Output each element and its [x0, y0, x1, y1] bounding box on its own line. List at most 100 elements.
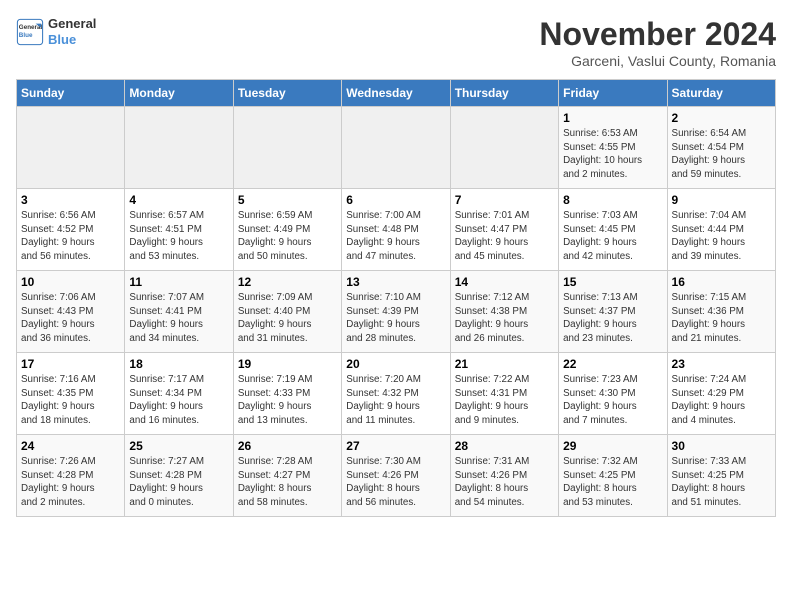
weekday-header: Tuesday	[233, 80, 341, 107]
weekday-header: Saturday	[667, 80, 775, 107]
calendar-cell: 27 Sunrise: 7:30 AM Sunset: 4:26 PM Dayli…	[342, 435, 450, 517]
day-info: Sunrise: 7:15 AM Sunset: 4:36 PM Dayligh…	[672, 291, 771, 346]
day-info: Sunrise: 7:12 AM Sunset: 4:38 PM Dayligh…	[455, 291, 554, 346]
day-info: Sunrise: 7:09 AM Sunset: 4:40 PM Dayligh…	[238, 291, 337, 346]
calendar-cell: 25 Sunrise: 7:27 AM Sunset: 4:28 PM Dayli…	[125, 435, 233, 517]
calendar-cell: 6 Sunrise: 7:00 AM Sunset: 4:48 PM Daylig…	[342, 189, 450, 271]
calendar-cell: 28 Sunrise: 7:31 AM Sunset: 4:26 PM Dayli…	[450, 435, 558, 517]
calendar-cell: 17 Sunrise: 7:16 AM Sunset: 4:35 PM Dayli…	[17, 353, 125, 435]
day-info: Sunrise: 6:59 AM Sunset: 4:49 PM Dayligh…	[238, 209, 337, 264]
day-number: 12	[238, 275, 337, 289]
calendar-cell: 24Sunrise: 7:26 AM Sunset: 4:28 PM Dayli…	[17, 435, 125, 517]
day-info: Sunrise: 7:26 AM Sunset: 4:28 PM Dayligh…	[21, 455, 120, 510]
day-info: Sunrise: 7:22 AM Sunset: 4:31 PM Dayligh…	[455, 373, 554, 428]
day-info: Sunrise: 6:54 AM Sunset: 4:54 PM Dayligh…	[672, 127, 771, 182]
main-title: November 2024	[539, 16, 776, 53]
day-info: Sunrise: 7:30 AM Sunset: 4:26 PM Dayligh…	[346, 455, 445, 510]
weekday-header: Wednesday	[342, 80, 450, 107]
day-number: 28	[455, 439, 554, 453]
calendar-table: SundayMondayTuesdayWednesdayThursdayFrid…	[16, 79, 776, 517]
day-number: 5	[238, 193, 337, 207]
day-number: 23	[672, 357, 771, 371]
calendar-cell	[125, 107, 233, 189]
day-number: 6	[346, 193, 445, 207]
day-info: Sunrise: 7:00 AM Sunset: 4:48 PM Dayligh…	[346, 209, 445, 264]
day-info: Sunrise: 7:27 AM Sunset: 4:28 PM Dayligh…	[129, 455, 228, 510]
day-info: Sunrise: 7:16 AM Sunset: 4:35 PM Dayligh…	[21, 373, 120, 428]
day-info: Sunrise: 7:01 AM Sunset: 4:47 PM Dayligh…	[455, 209, 554, 264]
calendar-cell: 12 Sunrise: 7:09 AM Sunset: 4:40 PM Dayli…	[233, 271, 341, 353]
calendar-cell: 20 Sunrise: 7:20 AM Sunset: 4:32 PM Dayli…	[342, 353, 450, 435]
day-number: 26	[238, 439, 337, 453]
day-number: 3	[21, 193, 120, 207]
day-info: Sunrise: 7:20 AM Sunset: 4:32 PM Dayligh…	[346, 373, 445, 428]
weekday-header: Friday	[559, 80, 667, 107]
calendar-cell: 30 Sunrise: 7:33 AM Sunset: 4:25 PM Dayli…	[667, 435, 775, 517]
day-info: Sunrise: 6:53 AM Sunset: 4:55 PM Dayligh…	[563, 127, 662, 182]
logo-text: General Blue	[48, 16, 96, 47]
calendar-cell: 21 Sunrise: 7:22 AM Sunset: 4:31 PM Dayli…	[450, 353, 558, 435]
day-info: Sunrise: 7:06 AM Sunset: 4:43 PM Dayligh…	[21, 291, 120, 346]
weekday-header: Sunday	[17, 80, 125, 107]
calendar-cell	[342, 107, 450, 189]
day-number: 20	[346, 357, 445, 371]
calendar-cell: 13Sunrise: 7:10 AM Sunset: 4:39 PM Dayli…	[342, 271, 450, 353]
day-info: Sunrise: 7:07 AM Sunset: 4:41 PM Dayligh…	[129, 291, 228, 346]
calendar-cell: 9Sunrise: 7:04 AM Sunset: 4:44 PM Daylig…	[667, 189, 775, 271]
day-number: 14	[455, 275, 554, 289]
day-info: Sunrise: 7:28 AM Sunset: 4:27 PM Dayligh…	[238, 455, 337, 510]
svg-text:Blue: Blue	[19, 31, 33, 38]
day-info: Sunrise: 7:03 AM Sunset: 4:45 PM Dayligh…	[563, 209, 662, 264]
day-info: Sunrise: 7:10 AM Sunset: 4:39 PM Dayligh…	[346, 291, 445, 346]
day-number: 16	[672, 275, 771, 289]
day-info: Sunrise: 7:33 AM Sunset: 4:25 PM Dayligh…	[672, 455, 771, 510]
calendar-cell: 8 Sunrise: 7:03 AM Sunset: 4:45 PM Daylig…	[559, 189, 667, 271]
logo-icon: General Blue	[16, 18, 44, 46]
day-info: Sunrise: 7:31 AM Sunset: 4:26 PM Dayligh…	[455, 455, 554, 510]
day-number: 10	[21, 275, 120, 289]
calendar-cell	[233, 107, 341, 189]
day-info: Sunrise: 7:24 AM Sunset: 4:29 PM Dayligh…	[672, 373, 771, 428]
day-number: 25	[129, 439, 228, 453]
weekday-header: Monday	[125, 80, 233, 107]
day-info: Sunrise: 7:13 AM Sunset: 4:37 PM Dayligh…	[563, 291, 662, 346]
day-number: 29	[563, 439, 662, 453]
calendar-cell: 10 Sunrise: 7:06 AM Sunset: 4:43 PM Dayli…	[17, 271, 125, 353]
day-number: 7	[455, 193, 554, 207]
day-number: 27	[346, 439, 445, 453]
day-info: Sunrise: 6:57 AM Sunset: 4:51 PM Dayligh…	[129, 209, 228, 264]
calendar-cell: 4 Sunrise: 6:57 AM Sunset: 4:51 PM Daylig…	[125, 189, 233, 271]
day-number: 11	[129, 275, 228, 289]
day-info: Sunrise: 6:56 AM Sunset: 4:52 PM Dayligh…	[21, 209, 120, 264]
calendar-cell: 7 Sunrise: 7:01 AM Sunset: 4:47 PM Daylig…	[450, 189, 558, 271]
day-info: Sunrise: 7:04 AM Sunset: 4:44 PM Dayligh…	[672, 209, 771, 264]
calendar-cell: 11 Sunrise: 7:07 AM Sunset: 4:41 PM Dayli…	[125, 271, 233, 353]
weekday-header: Thursday	[450, 80, 558, 107]
day-info: Sunrise: 7:32 AM Sunset: 4:25 PM Dayligh…	[563, 455, 662, 510]
calendar-cell: 5 Sunrise: 6:59 AM Sunset: 4:49 PM Daylig…	[233, 189, 341, 271]
calendar-cell: 3 Sunrise: 6:56 AM Sunset: 4:52 PM Daylig…	[17, 189, 125, 271]
logo: General Blue General Blue	[16, 16, 96, 47]
day-number: 17	[21, 357, 120, 371]
day-number: 19	[238, 357, 337, 371]
calendar-cell	[450, 107, 558, 189]
day-number: 18	[129, 357, 228, 371]
calendar-cell: 26 Sunrise: 7:28 AM Sunset: 4:27 PM Dayli…	[233, 435, 341, 517]
day-number: 21	[455, 357, 554, 371]
calendar-cell: 1 Sunrise: 6:53 AM Sunset: 4:55 PM Daylig…	[559, 107, 667, 189]
day-number: 30	[672, 439, 771, 453]
day-number: 8	[563, 193, 662, 207]
day-number: 1	[563, 111, 662, 125]
title-area: November 2024 Garceni, Vaslui County, Ro…	[539, 16, 776, 69]
day-info: Sunrise: 7:17 AM Sunset: 4:34 PM Dayligh…	[129, 373, 228, 428]
calendar-cell: 2Sunrise: 6:54 AM Sunset: 4:54 PM Daylig…	[667, 107, 775, 189]
calendar-cell: 23 Sunrise: 7:24 AM Sunset: 4:29 PM Dayli…	[667, 353, 775, 435]
day-info: Sunrise: 7:19 AM Sunset: 4:33 PM Dayligh…	[238, 373, 337, 428]
calendar-cell	[17, 107, 125, 189]
day-info: Sunrise: 7:23 AM Sunset: 4:30 PM Dayligh…	[563, 373, 662, 428]
calendar-cell: 15Sunrise: 7:13 AM Sunset: 4:37 PM Dayli…	[559, 271, 667, 353]
day-number: 4	[129, 193, 228, 207]
header: General Blue General Blue November 2024 …	[16, 16, 776, 69]
calendar-cell: 14 Sunrise: 7:12 AM Sunset: 4:38 PM Dayli…	[450, 271, 558, 353]
calendar-cell: 29 Sunrise: 7:32 AM Sunset: 4:25 PM Dayli…	[559, 435, 667, 517]
